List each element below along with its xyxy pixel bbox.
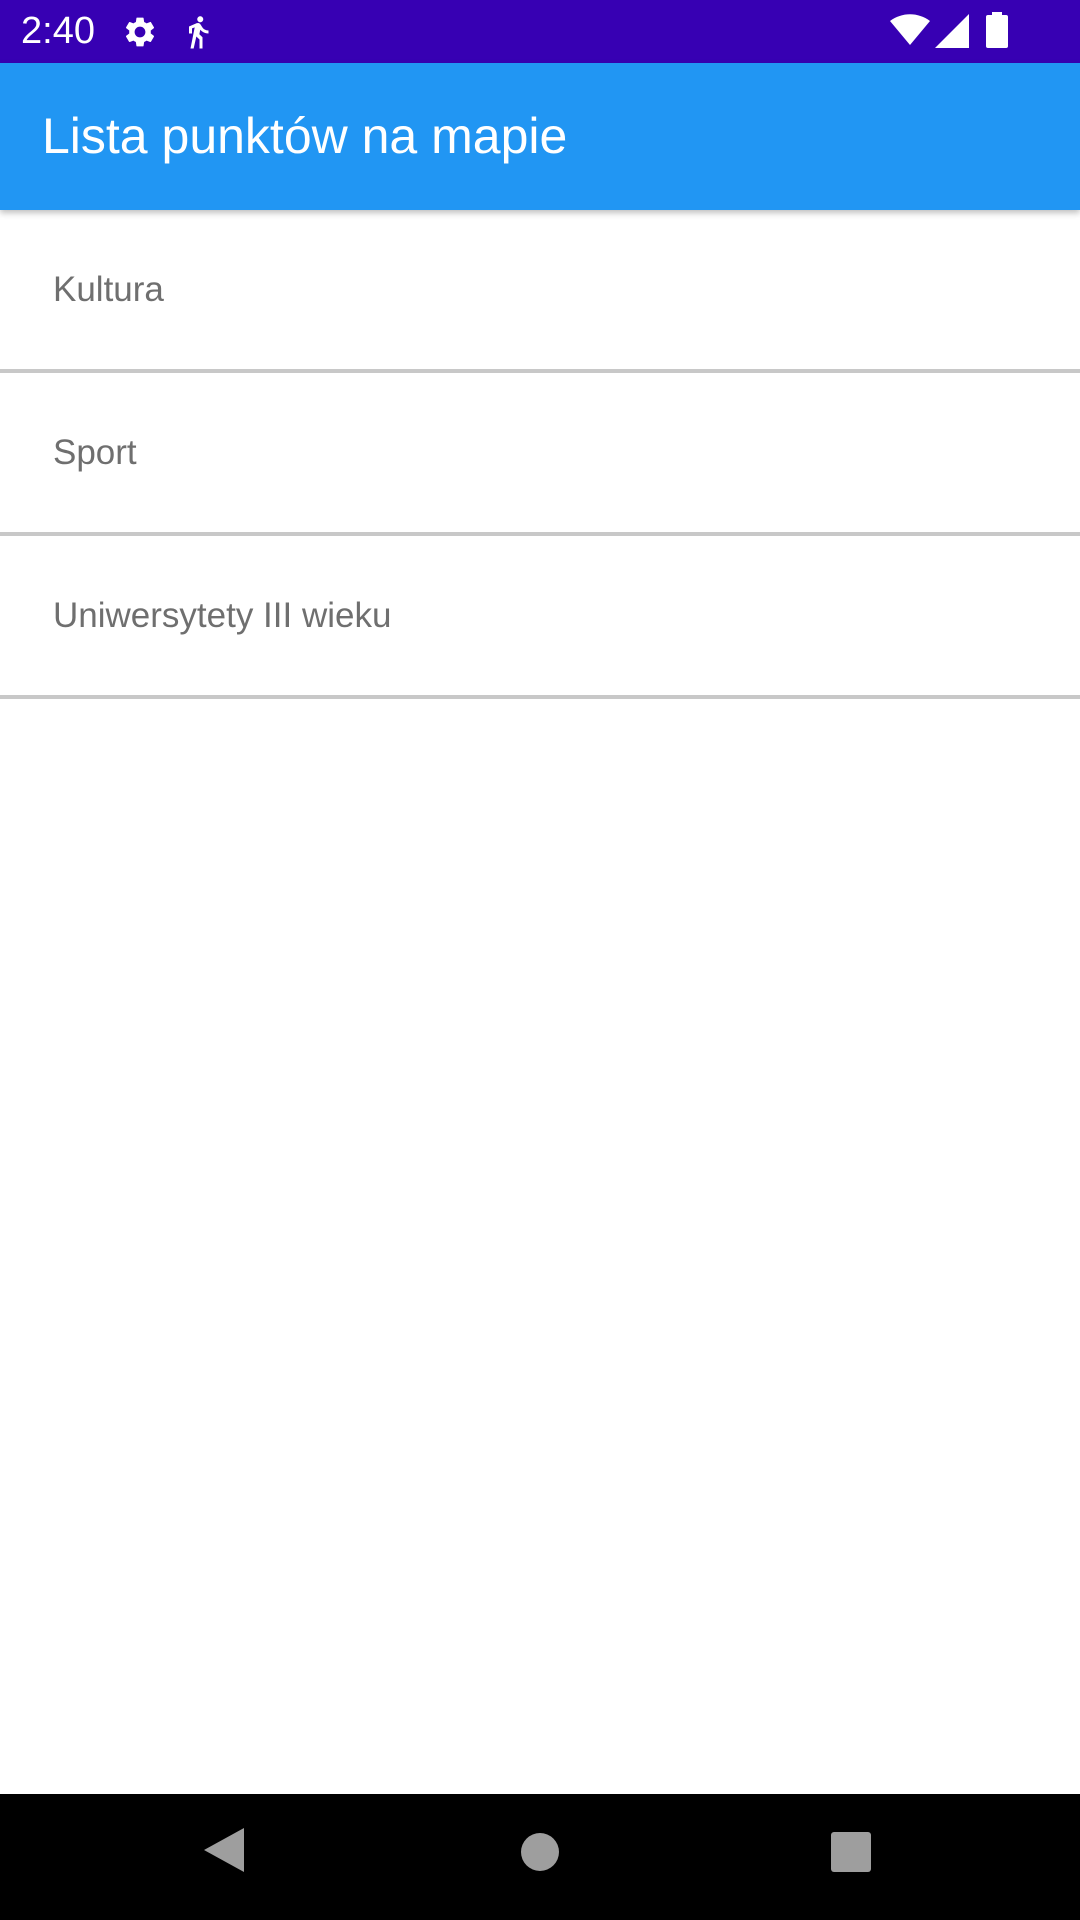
list-item-uniwersytety[interactable]: Uniwersytety III wieku [0, 536, 1080, 699]
settings-icon [125, 17, 155, 47]
recents-icon[interactable] [831, 1832, 871, 1872]
back-icon[interactable] [204, 1828, 244, 1872]
home-icon[interactable] [520, 1832, 560, 1872]
navigation-bar [0, 1794, 1080, 1920]
status-bar: 2:40 [0, 0, 1080, 63]
wifi-icon [890, 14, 930, 45]
list-item-label: Kultura [53, 270, 164, 309]
screen: 2:40 Lista punktów na mapie Kultura Spor… [0, 0, 1080, 1920]
list-item-kultura[interactable]: Kultura [0, 210, 1080, 373]
battery-icon [986, 12, 1008, 48]
list-item-sport[interactable]: Sport [0, 373, 1080, 536]
walking-icon [189, 16, 209, 49]
list-item-label: Uniwersytety III wieku [53, 596, 392, 635]
app-bar: Lista punktów na mapie [0, 63, 1080, 210]
category-list: Kultura Sport Uniwersytety III wieku [0, 210, 1080, 699]
list-item-label: Sport [53, 433, 137, 472]
status-time: 2:40 [21, 10, 95, 52]
signal-icon [935, 14, 969, 48]
page-title: Lista punktów na mapie [42, 108, 568, 164]
